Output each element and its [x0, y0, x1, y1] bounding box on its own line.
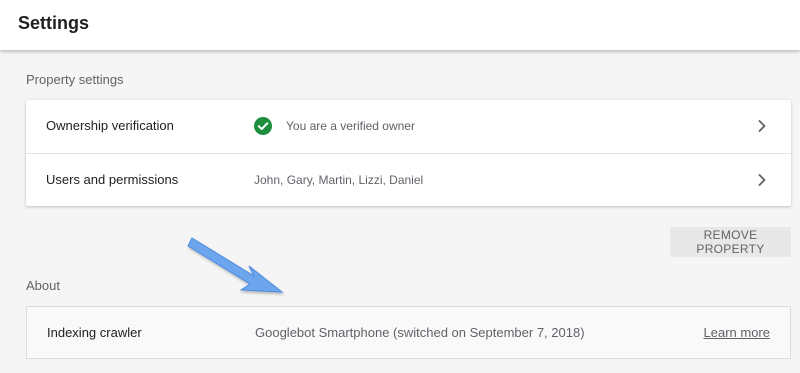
row-title: Indexing crawler: [47, 325, 142, 340]
ownership-verification-row[interactable]: Ownership verification You are a verifie…: [26, 100, 791, 153]
indexing-crawler-row: Indexing crawler Googlebot Smartphone (s…: [26, 306, 791, 359]
row-value: Googlebot Smartphone (switched on Septem…: [255, 325, 585, 340]
chevron-right-icon[interactable]: [757, 173, 767, 187]
row-value: John, Gary, Martin, Lizzi, Daniel: [254, 173, 424, 187]
learn-more-link[interactable]: Learn more: [704, 325, 770, 340]
about-label: About: [26, 278, 60, 293]
top-bar: Settings: [0, 0, 800, 50]
row-title: Users and permissions: [46, 172, 179, 187]
row-value: You are a verified owner: [286, 119, 415, 133]
property-settings-card: Ownership verification You are a verifie…: [26, 100, 791, 206]
check-circle-icon: [254, 117, 272, 135]
page-title: Settings: [18, 13, 90, 33]
users-and-permissions-row[interactable]: Users and permissions John, Gary, Martin…: [26, 153, 791, 207]
remove-property-button[interactable]: REMOVE PROPERTY: [670, 227, 791, 257]
chevron-right-icon[interactable]: [757, 119, 767, 133]
property-settings-label: Property settings: [26, 72, 124, 87]
settings-page: Settings Property settings Ownership ver…: [0, 0, 800, 373]
arrow-icon: [187, 237, 284, 293]
row-title: Ownership verification: [46, 118, 174, 133]
